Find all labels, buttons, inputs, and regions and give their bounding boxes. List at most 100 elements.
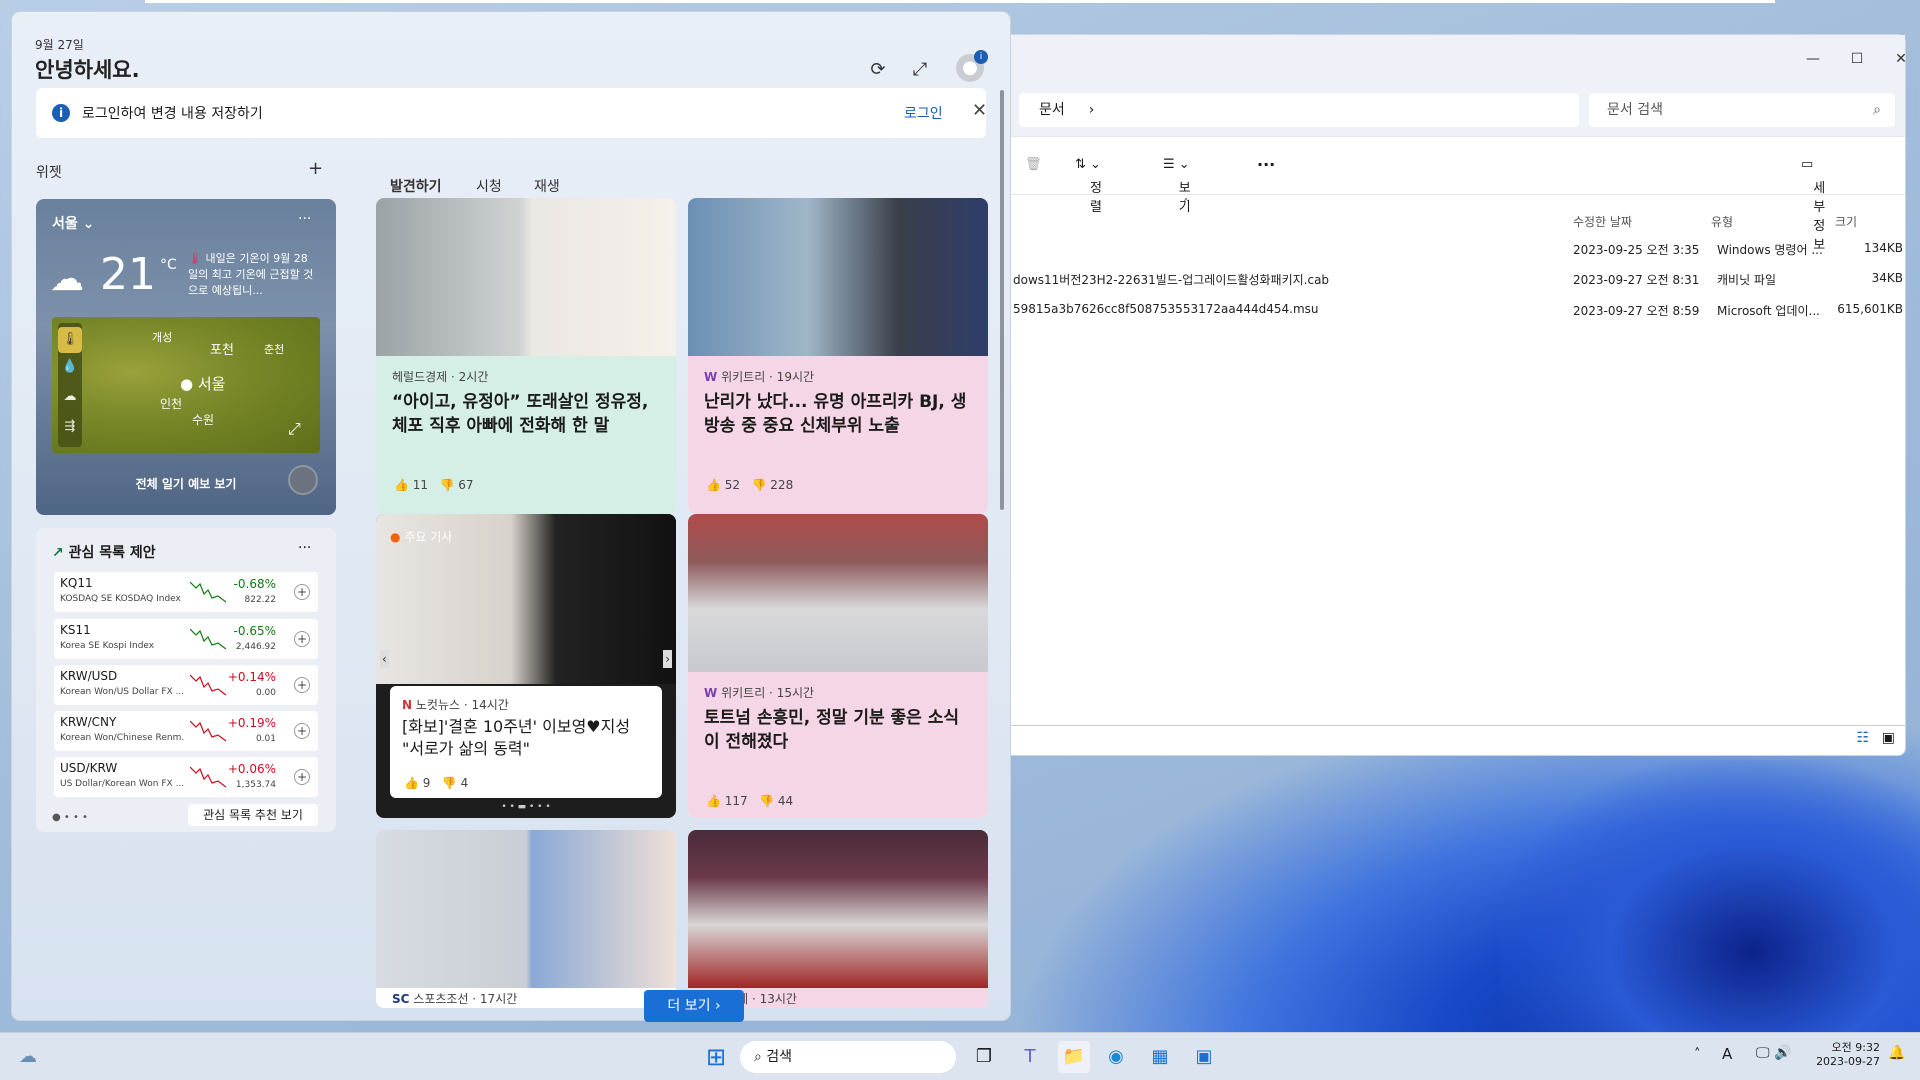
news-card[interactable]: 매일경제 · 13시간 bbox=[688, 830, 988, 1008]
watchlist-link[interactable]: 관심 목록 추천 보기 bbox=[188, 804, 318, 826]
thumbs-down-icon[interactable]: 👎 bbox=[752, 478, 767, 492]
carousel-dots[interactable]: • • ▬ • • • bbox=[376, 802, 676, 812]
pager-dots[interactable]: ● • • • bbox=[52, 812, 88, 823]
weather-map[interactable]: 🌡 💧 ☁ ⇶ 개성 포천 춘천 ● 서울 인천 수원 ⤢ bbox=[52, 317, 320, 453]
expand-icon[interactable]: ⤢ bbox=[906, 56, 934, 84]
task-view-icon[interactable]: ❐ bbox=[968, 1041, 1000, 1073]
notification-bell-icon[interactable]: 🔔 bbox=[1888, 1045, 1905, 1061]
file-row[interactable]: 59815a3b7626cc8f508753553172aa444d454.ms… bbox=[1011, 296, 1905, 326]
top-story-card[interactable]: ● 주요 기사 ‹ › N 노컷뉴스 · 14시간 [화보]'결혼 10주년' … bbox=[376, 514, 676, 818]
stock-name: Korean Won/Chinese Renm... bbox=[60, 733, 184, 743]
watchlist-row[interactable]: KQ11 KOSDAQ SE KOSDAQ Index -0.68% 822.22 + bbox=[54, 572, 318, 612]
close-button[interactable]: ✕ bbox=[1881, 45, 1920, 73]
more-button[interactable]: 더 보기 › bbox=[644, 990, 744, 1022]
wind-layer-icon[interactable]: ⇶ bbox=[58, 419, 82, 434]
precipitation-layer-icon[interactable]: 💧 bbox=[58, 359, 82, 374]
tab-play[interactable]: 재생 bbox=[534, 176, 560, 196]
tab-watch[interactable]: 시청 bbox=[476, 176, 502, 196]
reactions: 👍 52 👎 228 bbox=[706, 478, 793, 492]
mascot-icon[interactable] bbox=[288, 465, 318, 495]
thumbs-down-icon[interactable]: 👎 bbox=[440, 478, 455, 492]
like-count: 117 bbox=[724, 794, 748, 808]
clock-time[interactable]: 오전 9:32 bbox=[1808, 1039, 1880, 1055]
column-type[interactable]: 유형 bbox=[1711, 213, 1733, 230]
address-bar[interactable]: 문서 › bbox=[1019, 93, 1579, 127]
more-options-button[interactable]: ... bbox=[1257, 151, 1275, 170]
tab-discover[interactable]: 발견하기 bbox=[390, 176, 442, 196]
more-icon[interactable]: ··· bbox=[298, 540, 311, 556]
news-card[interactable]: W 위키트리 · 19시간 난리가 났다... 유명 아프리카 BJ, 생방송 … bbox=[688, 198, 988, 514]
refresh-icon[interactable]: ⟳ bbox=[864, 56, 892, 84]
add-icon[interactable]: + bbox=[294, 769, 310, 785]
network-volume-icon[interactable]: 🖵 🔊 bbox=[1756, 1045, 1791, 1061]
thumbs-down-icon[interactable]: 👎 bbox=[759, 794, 774, 808]
weather-alert[interactable]: 🌡 내일은 기온이 9월 28일의 최고 기온에 근접할 것으로 예상됩니... bbox=[188, 251, 314, 299]
stock-name: Korean Won/US Dollar FX ... bbox=[60, 687, 184, 697]
weather-city[interactable]: 서울 ⌄ bbox=[52, 213, 94, 233]
chevron-up-icon[interactable]: ˄ bbox=[1694, 1047, 1701, 1062]
add-widget-icon[interactable]: + bbox=[308, 158, 323, 179]
file-size: 34KB bbox=[1871, 271, 1903, 285]
watchlist-row[interactable]: USD/KRW US Dollar/Korean Won FX ... +0.06%… bbox=[54, 757, 318, 797]
file-type: 캐비닛 파일 bbox=[1717, 273, 1777, 287]
thumbs-up-icon[interactable]: 👍 bbox=[706, 478, 721, 492]
watchlist-row[interactable]: KRW/CNY Korean Won/Chinese Renm... +0.19% 0… bbox=[54, 711, 318, 751]
cloud-layer-icon[interactable]: ☁ bbox=[58, 389, 82, 404]
search-input[interactable]: 문서 검색 ⌕ bbox=[1589, 93, 1895, 127]
taskbar-search[interactable]: ⌕ 검색 bbox=[740, 1041, 956, 1073]
map-label: 인천 bbox=[160, 397, 183, 411]
teams-icon[interactable]: T bbox=[1014, 1041, 1046, 1073]
details-pane-button[interactable]: ▭ 세부 정보 bbox=[1801, 157, 1825, 253]
thumbs-up-icon[interactable]: 👍 bbox=[404, 776, 419, 790]
news-card[interactable]: SC 스포츠조선 · 17시간 bbox=[376, 830, 676, 1008]
watchlist-row[interactable]: KS11 Korea SE Kospi Index -0.65% 2,446.92 + bbox=[54, 619, 318, 659]
thumbs-up-icon[interactable]: 👍 bbox=[394, 478, 409, 492]
add-icon[interactable]: + bbox=[294, 584, 310, 600]
file-explorer-icon[interactable]: 📁 bbox=[1058, 1041, 1090, 1073]
add-icon[interactable]: + bbox=[294, 631, 310, 647]
add-icon[interactable]: + bbox=[294, 677, 310, 693]
widgets-panel: 9월 27일 안녕하세요. ⟳ ⤢ ● i i 로그인하여 변경 내용 저장하기… bbox=[12, 12, 1010, 1022]
stock-change: +0.19% bbox=[227, 716, 276, 730]
reactions: 👍 9 👎 4 bbox=[404, 776, 468, 790]
add-icon[interactable]: + bbox=[294, 723, 310, 739]
sort-button[interactable]: ⇅ 정렬 ⌄ bbox=[1075, 157, 1102, 215]
edge-icon[interactable]: ◉ bbox=[1100, 1041, 1132, 1073]
ime-icon[interactable]: A bbox=[1722, 1045, 1732, 1063]
thumbs-up-icon[interactable]: 👍 bbox=[706, 794, 721, 808]
carousel-prev-button[interactable]: ‹ bbox=[380, 650, 389, 668]
weather-widget-icon[interactable]: ☁ bbox=[12, 1041, 44, 1073]
carousel-next-button[interactable]: › bbox=[663, 650, 672, 668]
more-icon[interactable]: ··· bbox=[298, 211, 311, 227]
minimize-button[interactable]: — bbox=[1793, 45, 1833, 73]
tiles-view-icon[interactable]: ▣ bbox=[1882, 730, 1895, 746]
expand-map-icon[interactable]: ⤢ bbox=[288, 419, 301, 439]
scrollbar-thumb[interactable] bbox=[1000, 90, 1004, 510]
thumbs-down-icon[interactable]: 👎 bbox=[442, 776, 457, 790]
weather-widget[interactable]: 서울 ⌄ ··· ☁ 21 °C 🌡 내일은 기온이 9월 28일의 최고 기온… bbox=[36, 199, 336, 515]
news-card[interactable]: 헤럴드경제 · 2시간 “아이고, 유정아” 또래살인 정유정, 체포 직후 아… bbox=[376, 198, 676, 514]
file-row[interactable]: dows11버전23H2-22631빌드-업그레이드활성화패키지.cab 202… bbox=[1011, 265, 1905, 295]
start-icon[interactable]: ⊞ bbox=[700, 1041, 732, 1073]
chevron-right-icon: › bbox=[1088, 102, 1095, 118]
view-button[interactable]: ☰ 보기 ⌄ bbox=[1163, 157, 1191, 215]
file-row[interactable]: 2023-09-25 오전 3:35 Windows 명령어 ... 134KB bbox=[1011, 235, 1905, 265]
column-size[interactable]: 크기 bbox=[1835, 213, 1857, 230]
details-view-icon[interactable]: ☷ bbox=[1856, 730, 1869, 746]
signin-link[interactable]: 로그인 bbox=[904, 103, 943, 123]
maximize-button[interactable]: ☐ bbox=[1837, 45, 1877, 73]
status-bar: ☷ ▣ bbox=[1011, 725, 1905, 755]
taskbar: ☁ ⊞ ⌕ 검색 ❐ T 📁 ◉ ▦ ▣ ˄ A 🖵 🔊 오전 9:32 202… bbox=[0, 1032, 1920, 1080]
watchlist-row[interactable]: KRW/USD Korean Won/US Dollar FX ... +0.14%… bbox=[54, 665, 318, 705]
news-card[interactable]: W 위키트리 · 15시간 토트넘 손흥민, 정말 기분 좋은 소식이 전해졌다… bbox=[688, 514, 988, 818]
news-source-text: 노컷뉴스 · 14시간 bbox=[415, 698, 509, 712]
app-icon[interactable]: ▣ bbox=[1188, 1041, 1220, 1073]
close-icon[interactable]: ✕ bbox=[972, 100, 987, 121]
delete-icon[interactable]: 🗑 bbox=[1025, 157, 1042, 172]
sparkline bbox=[190, 674, 226, 696]
stock-change: +0.14% bbox=[227, 670, 276, 684]
column-modified-date[interactable]: 수정한 날짜 bbox=[1573, 213, 1632, 230]
clock-date[interactable]: 2023-09-27 bbox=[1808, 1055, 1880, 1068]
store-icon[interactable]: ▦ bbox=[1144, 1041, 1176, 1073]
temperature-layer-icon[interactable]: 🌡 bbox=[58, 327, 82, 353]
